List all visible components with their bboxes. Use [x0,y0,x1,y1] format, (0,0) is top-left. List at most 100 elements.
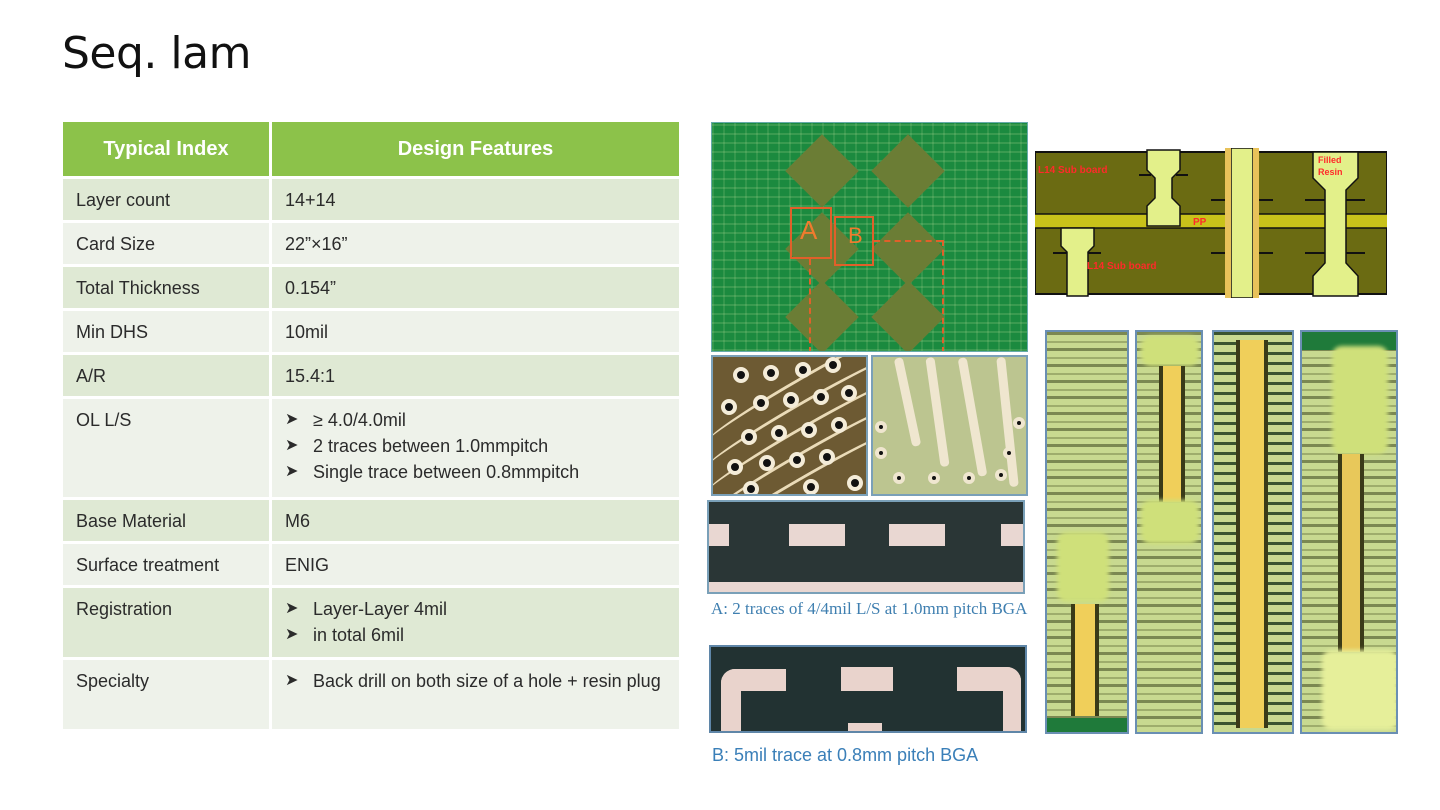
plated-barrel [1071,604,1099,716]
via-pad [1003,447,1015,459]
bullet-item: ➤ Layer-Layer 4mil [285,596,667,622]
via-pad [893,472,905,484]
region-a-zoom-image [711,355,868,496]
caption-a: A: 2 traces of 4/4mil L/S at 1.0mm pitch… [711,599,1028,618]
via-pad [759,455,775,471]
bullet-item: ➤ ≥ 4.0/4.0mil [285,407,667,433]
microsection-image-4 [1300,330,1398,734]
bullet-item: ➤ Single trace between 0.8mmpitch [285,459,667,485]
arrowhead-bullet-icon: ➤ [285,437,299,454]
trace-cross-section [889,524,945,546]
row-value: ➤ Layer-Layer 4mil ➤ in total 6mil [272,588,679,660]
via-pad [1013,417,1025,429]
plated-barrel [1236,340,1268,728]
trace-cross-section [848,723,882,731]
table-row: Registration ➤ Layer-Layer 4mil ➤ in total… [63,588,679,660]
table-row: OL L/S ➤ ≥ 4.0/4.0mil ➤ 2 traces between 1… [63,399,679,500]
via-pad [727,459,743,475]
via-pad [995,469,1007,481]
pointer-line-a [809,259,811,351]
via-pad [875,421,887,433]
region-b-zoom-image [871,355,1028,496]
slide-title: Seq. lam [62,28,251,79]
resin-fill [1332,346,1388,454]
table-header-row: Typical Index Design Features [63,122,679,179]
row-value: 10mil [272,311,679,355]
via-pad [875,447,887,459]
resin-fill [1057,532,1109,602]
row-value: ENIG [272,544,679,588]
via-pad [733,367,749,383]
label-prepreg: PP [1193,217,1207,228]
row-label: OL L/S [63,399,272,500]
trace-cross-section [789,524,845,546]
bullet-item: ➤ in total 6mil [285,622,667,648]
bullet-text: 2 traces between 1.0mmpitch [313,436,549,456]
spec-table: Typical Index Design Features Layer coun… [63,122,679,732]
resin-fill [1322,650,1396,730]
via-pad [795,362,811,378]
via-pad [753,395,769,411]
row-label: Total Thickness [63,267,272,311]
row-value: 0.154” [272,267,679,311]
via-pad [801,422,817,438]
table-row: Base Material M6 [63,500,679,544]
label-filled-resin: Filled Resin [1318,155,1343,177]
table-row: A/R 15.4:1 [63,355,679,399]
via-pad [841,385,857,401]
cross-section-b-image [709,645,1027,733]
plated-barrel [1338,454,1364,652]
row-value: 22”×16” [272,223,679,267]
cross-section-a-image [707,500,1025,594]
label-top-sub-board: L14 Sub board [1038,165,1108,176]
resin-fill [1141,500,1199,544]
resin-fill [1141,336,1199,366]
arrowhead-bullet-icon: ➤ [285,672,299,689]
table-row: Min DHS 10mil [63,311,679,355]
trace-cross-section [709,524,729,546]
row-label: Registration [63,588,272,660]
trace-line [925,357,950,468]
via-pad [831,417,847,433]
trace-line [893,357,922,447]
trace-cross-section [1001,524,1023,546]
arrowhead-bullet-icon: ➤ [285,600,299,617]
label-bottom-sub-board: L14 Sub board [1087,261,1157,272]
pointer-line-b [874,240,942,242]
via-pad [825,357,841,373]
row-value: ➤ ≥ 4.0/4.0mil ➤ 2 traces between 1.0mmpit… [272,399,679,500]
via-pad [721,399,737,415]
row-value: M6 [272,500,679,544]
row-label: Specialty [63,660,272,732]
via-pad [741,429,757,445]
via-pad [847,475,863,491]
via-pad [763,365,779,381]
board-edge [1047,718,1127,732]
row-label: A/R [63,355,272,399]
microsection-image-3 [1212,330,1294,734]
table-row: Layer count 14+14 [63,179,679,223]
plated-barrel [1159,366,1185,502]
caption-b: B: 5mil trace at 0.8mm pitch BGA [712,745,979,765]
bullet-text: Single trace between 0.8mmpitch [313,462,580,482]
header-design-features: Design Features [272,122,679,179]
arrowhead-bullet-icon: ➤ [285,411,299,428]
table-row: Specialty ➤ Back drill on both size of a … [63,660,679,732]
via-pad [819,449,835,465]
trace-cross-section [1003,667,1021,731]
trace-cross-section [721,669,741,731]
bullet-text: ≥ 4.0/4.0mil [313,410,406,430]
header-typical-index: Typical Index [63,122,272,179]
via-pad [813,389,829,405]
trace-line [957,357,988,477]
bullet-list: ➤ Layer-Layer 4mil ➤ in total 6mil [285,596,667,648]
via-pad [743,481,759,494]
table-row: Total Thickness 0.154” [63,267,679,311]
via-pad [803,479,819,494]
bullet-text: Layer-Layer 4mil [313,599,448,619]
row-value: 14+14 [272,179,679,223]
via-pad [771,425,787,441]
bullet-item: ➤ 2 traces between 1.0mmpitch [285,433,667,459]
bullet-text: in total 6mil [313,625,405,645]
row-value: ➤ Back drill on both size of a hole + res… [272,660,679,732]
